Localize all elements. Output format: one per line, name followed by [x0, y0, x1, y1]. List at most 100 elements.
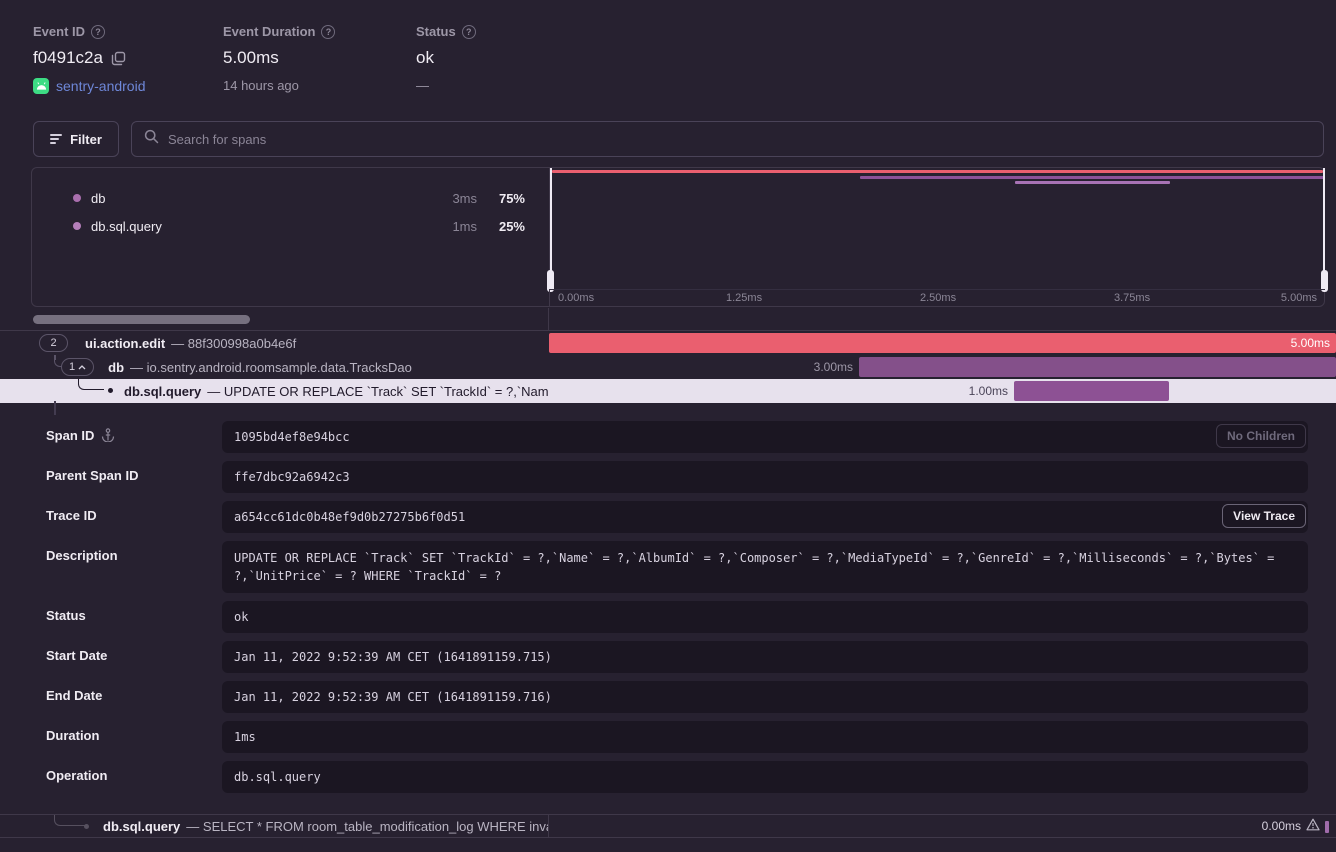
help-icon[interactable]: ?: [91, 25, 105, 39]
minimap-axis: 0.00ms 1.25ms 2.50ms 3.75ms 5.00ms: [549, 289, 1325, 306]
event-id-value: f0491c2a: [33, 48, 103, 68]
span-row-db[interactable]: 1 db — io.sentry.android.roomsample.data…: [0, 355, 1336, 379]
search-icon: [144, 129, 159, 149]
minimap-span-db-sql-query: [1015, 181, 1170, 184]
project-link[interactable]: sentry-android: [56, 78, 146, 94]
detail-row-description: Description UPDATE OR REPLACE `Track` SE…: [0, 541, 1336, 593]
span-row-db-sql-query-selected[interactable]: db.sql.query — UPDATE OR REPLACE `Track`…: [0, 379, 1336, 403]
field-label: Span ID: [46, 428, 94, 443]
field-label: Start Date: [46, 648, 107, 663]
span-row-db-sql-query-select[interactable]: db.sql.query — SELECT * FROM room_table_…: [0, 814, 1336, 838]
span-op: db.sql.query: [103, 819, 180, 834]
trace-overview-panel: db 3ms 75% db.sql.query 1ms 25% 0.00ms 1…: [31, 167, 1325, 307]
minimap-span-ui-action-edit: [552, 170, 1323, 173]
help-icon[interactable]: ?: [321, 25, 335, 39]
search-input[interactable]: [168, 132, 1311, 147]
span-desc: SELECT * FROM room_table_modification_lo…: [203, 819, 549, 834]
detail-row-status: Status ok: [0, 601, 1336, 633]
field-value: UPDATE OR REPLACE `Track` SET `TrackId` …: [222, 541, 1308, 593]
filter-icon: [50, 132, 62, 146]
operations-legend: db 3ms 75% db.sql.query 1ms 25%: [32, 168, 549, 306]
field-label: Trace ID: [46, 508, 97, 523]
event-duration-value: 5.00ms: [223, 48, 279, 68]
field-label: Operation: [46, 768, 107, 783]
anchor-icon[interactable]: [101, 428, 115, 442]
event-duration-ago: 14 hours ago: [223, 78, 299, 93]
span-bar[interactable]: [859, 357, 1336, 377]
op-color-dot: [73, 222, 81, 230]
tree-scrollbar-track[interactable]: [0, 308, 1336, 331]
status-value: ok: [416, 48, 434, 68]
span-duration-label: 1.00ms: [549, 379, 1008, 403]
detail-row-operation: Operation db.sql.query: [0, 761, 1336, 793]
field-value: 1ms: [222, 721, 1308, 753]
legend-op-name: db: [91, 191, 425, 206]
axis-tick: 5.00ms: [1281, 292, 1317, 304]
event-duration-block: Event Duration ? 5.00ms 14 hours ago: [223, 24, 335, 93]
tree-scrollbar-thumb[interactable]: [33, 315, 250, 324]
span-bar: [1325, 821, 1329, 833]
detail-row-trace-id: Trace ID a654cc61dc0b48ef9d0b27275b6f0d5…: [0, 501, 1336, 533]
span-duration-label: 0.00ms: [1262, 819, 1301, 833]
legend-op-percent: 75%: [477, 191, 525, 206]
warning-icon[interactable]: [1306, 818, 1320, 834]
legend-row: db.sql.query 1ms 25%: [32, 212, 549, 240]
copy-icon[interactable]: [111, 51, 126, 66]
event-id-label: Event ID ?: [33, 24, 146, 39]
status-label-text: Status: [416, 24, 456, 39]
detail-row-span-id: Span ID 1095bd4ef8e94bcc No Children: [0, 421, 1336, 453]
detail-row-start-date: Start Date Jan 11, 2022 9:52:39 AM CET (…: [0, 641, 1336, 673]
span-desc: 88f300998a0b4e6f: [188, 336, 296, 351]
field-label: Status: [46, 608, 86, 623]
minimap-span-db: [860, 176, 1324, 179]
span-op: ui.action.edit: [85, 336, 165, 351]
expand-collapse-pill[interactable]: 1: [61, 358, 94, 376]
span-op: db: [108, 360, 124, 375]
axis-tick: 1.25ms: [726, 292, 762, 304]
field-label: Description: [46, 548, 118, 563]
detail-row-parent-span-id: Parent Span ID ffe7dbc92a6942c3: [0, 461, 1336, 493]
status-sub: —: [416, 78, 429, 93]
axis-tick: 0.00ms: [558, 292, 594, 304]
field-label: Duration: [46, 728, 99, 743]
event-id-label-text: Event ID: [33, 24, 85, 39]
span-row-ui-action-edit[interactable]: 2 ui.action.edit — 88f300998a0b4e6f 5.00…: [0, 331, 1336, 355]
axis-tick: 2.50ms: [920, 292, 956, 304]
span-duration-label: 5.00ms: [1291, 331, 1330, 355]
field-value: db.sql.query: [222, 761, 1308, 793]
view-trace-button[interactable]: View Trace: [1222, 504, 1306, 528]
span-bar[interactable]: [549, 333, 1336, 353]
status-block: Status ? ok —: [416, 24, 476, 93]
filter-button[interactable]: Filter: [33, 121, 119, 157]
span-desc: UPDATE OR REPLACE `Track` SET `TrackId` …: [224, 384, 549, 399]
legend-op-duration: 1ms: [425, 219, 477, 234]
android-icon: [33, 78, 49, 94]
span-search[interactable]: [131, 121, 1324, 157]
filter-button-label: Filter: [70, 132, 102, 147]
span-detail-panel: Span ID 1095bd4ef8e94bcc No Children Par…: [0, 401, 1336, 801]
legend-row: db 3ms 75%: [32, 184, 549, 212]
field-value: a654cc61dc0b48ef9d0b27275b6f0d51: [222, 501, 1308, 533]
span-duration-label: 3.00ms: [549, 355, 853, 379]
detail-row-end-date: End Date Jan 11, 2022 9:52:39 AM CET (16…: [0, 681, 1336, 713]
field-value: ok: [222, 601, 1308, 633]
event-duration-label-text: Event Duration: [223, 24, 315, 39]
children-count-pill[interactable]: 2: [39, 334, 68, 352]
field-value: Jan 11, 2022 9:52:39 AM CET (1641891159.…: [222, 681, 1308, 713]
axis-tick: 3.75ms: [1114, 292, 1150, 304]
no-children-button[interactable]: No Children: [1216, 424, 1306, 448]
panel-divider: [548, 308, 549, 330]
field-value: 1095bd4ef8e94bcc: [222, 421, 1308, 453]
span-bar[interactable]: [1014, 381, 1169, 401]
legend-op-name: db.sql.query: [91, 219, 425, 234]
detail-row-duration: Duration 1ms: [0, 721, 1336, 753]
trace-minimap[interactable]: [549, 168, 1325, 290]
legend-op-percent: 25%: [477, 219, 525, 234]
legend-op-duration: 3ms: [425, 191, 477, 206]
span-desc: io.sentry.android.roomsample.data.Tracks…: [147, 360, 412, 375]
span-op: db.sql.query: [124, 384, 201, 399]
field-label: Parent Span ID: [46, 468, 138, 483]
chevron-up-icon: [78, 365, 86, 370]
field-label: End Date: [46, 688, 102, 703]
help-icon[interactable]: ?: [462, 25, 476, 39]
